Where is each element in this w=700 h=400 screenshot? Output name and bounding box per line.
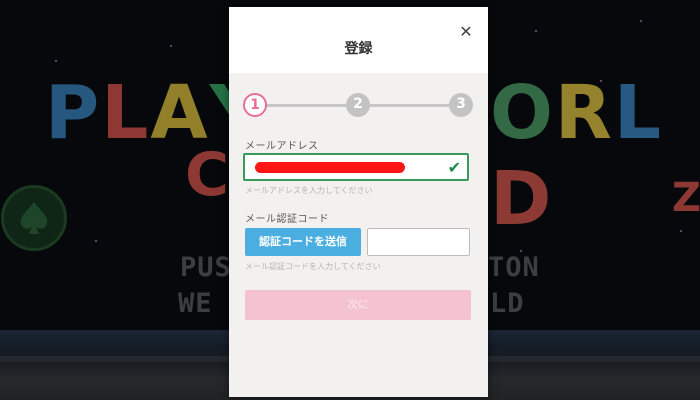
code-label: メール認証コード — [245, 214, 329, 225]
next-button[interactable]: 次に — [245, 290, 471, 320]
dialog-header: 登録 ✕ — [229, 7, 488, 73]
email-label: メールアドレス — [245, 141, 319, 152]
step-connector — [265, 104, 347, 107]
close-icon[interactable]: ✕ — [457, 23, 475, 41]
registration-dialog: 登録 ✕ 1 2 3 メールアドレス ✔ メールアドレスを入力してください メー… — [229, 7, 488, 397]
send-code-button[interactable]: 認証コードを送信 — [245, 228, 361, 256]
code-hint: メール認証コードを入力してください — [245, 262, 381, 271]
dialog-title: 登録 — [344, 41, 373, 57]
step-3: 3 — [449, 93, 473, 117]
step-1: 1 — [243, 93, 267, 117]
step-2: 2 — [346, 93, 370, 117]
email-field[interactable]: ✔ — [243, 153, 469, 181]
email-hint: メールアドレスを入力してください — [245, 186, 373, 195]
verification-code-input[interactable] — [367, 228, 470, 256]
progress-stepper: 1 2 3 — [243, 93, 473, 117]
step-connector — [369, 104, 451, 107]
check-icon: ✔ — [447, 158, 461, 177]
redacted-email — [255, 162, 405, 173]
